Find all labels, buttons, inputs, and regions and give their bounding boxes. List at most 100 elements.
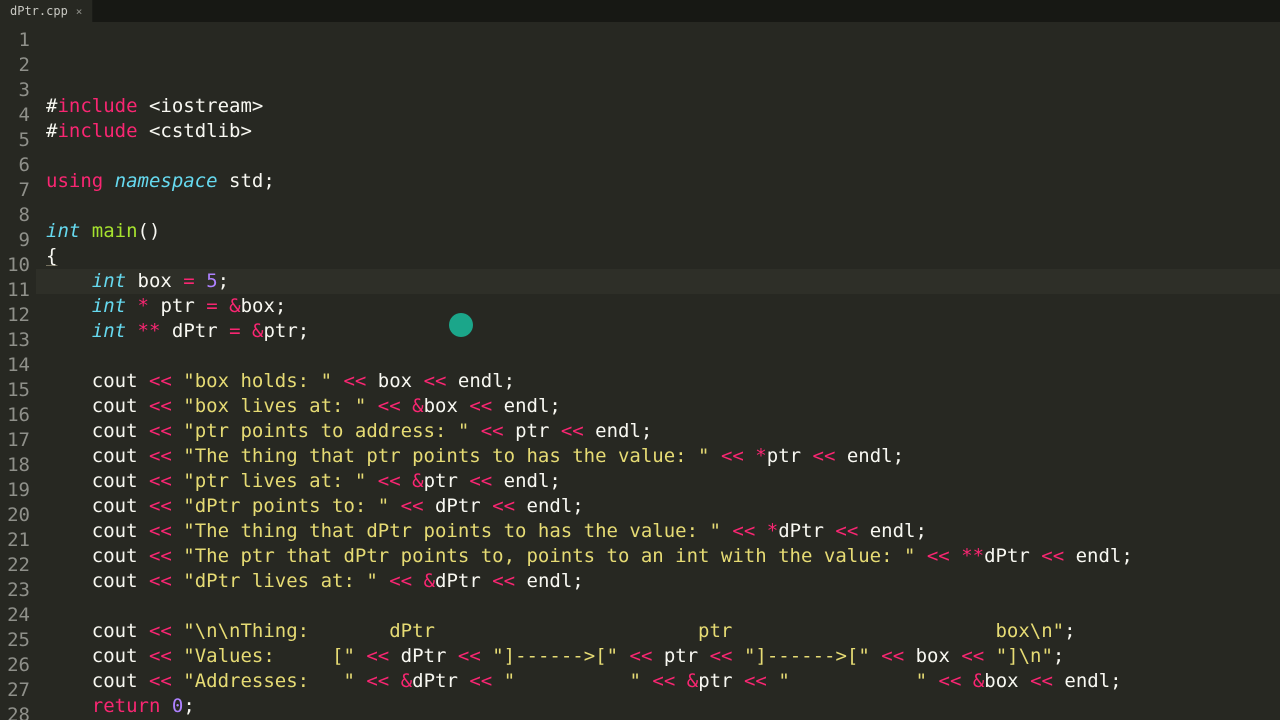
code-line[interactable]: cout << "ptr lives at: " << &ptr << endl… (36, 469, 1280, 494)
token (46, 270, 92, 292)
code-line[interactable]: cout << "The ptr that dPtr points to, po… (36, 544, 1280, 569)
token: # (46, 120, 57, 142)
token (172, 570, 183, 592)
token: << (366, 670, 389, 692)
token: cout (46, 420, 149, 442)
token: << (1030, 670, 1053, 692)
token: & (252, 320, 263, 342)
code-line[interactable]: int main() (36, 219, 1280, 244)
token: << (881, 645, 904, 667)
token (984, 645, 995, 667)
tab-dptr[interactable]: dPtr.cpp × (0, 0, 93, 22)
token: cout (46, 395, 149, 417)
token: << (469, 670, 492, 692)
code-line[interactable] (36, 344, 1280, 369)
token: << (1041, 545, 1064, 567)
token: "]------>[" (744, 645, 870, 667)
token: ; (1053, 645, 1064, 667)
line-number: 14 (0, 353, 36, 378)
token: << (149, 420, 172, 442)
code-line[interactable]: cout << "box lives at: " << &box << endl… (36, 394, 1280, 419)
code-line[interactable] (36, 594, 1280, 619)
line-number: 22 (0, 553, 36, 578)
token (469, 420, 480, 442)
line-number: 10 (0, 253, 36, 278)
token: "ptr lives at: " (183, 470, 366, 492)
token: box; (241, 295, 287, 317)
token (172, 545, 183, 567)
code-line[interactable]: cout << "dPtr points to: " << dPtr << en… (36, 494, 1280, 519)
token (80, 220, 91, 242)
code-line[interactable]: { (36, 244, 1280, 269)
token: << (343, 370, 366, 392)
code-line[interactable]: cout << "The thing that dPtr points to h… (36, 519, 1280, 544)
token: "dPtr lives at: " (183, 570, 377, 592)
code-line[interactable]: return 0; (36, 694, 1280, 719)
code-line[interactable]: cout << "dPtr lives at: " << &dPtr << en… (36, 569, 1280, 594)
code-line[interactable]: cout << "ptr points to address: " << ptr… (36, 419, 1280, 444)
token: & (424, 570, 435, 592)
token (172, 395, 183, 417)
token (915, 545, 926, 567)
line-number: 1 (0, 28, 36, 53)
line-number: 2 (0, 53, 36, 78)
token (172, 670, 183, 692)
token: "The thing that ptr points to has the va… (183, 445, 709, 467)
code-line[interactable]: cout << "Values: [" << dPtr << "]------>… (36, 644, 1280, 669)
code-line[interactable]: cout << "box holds: " << box << endl; (36, 369, 1280, 394)
token (366, 470, 377, 492)
code-area[interactable]: #include <iostream>#include <cstdlib> usi… (36, 22, 1280, 720)
token: cout (46, 520, 149, 542)
line-number: 23 (0, 578, 36, 603)
token (103, 170, 114, 192)
token (172, 370, 183, 392)
token (355, 645, 366, 667)
code-line[interactable] (36, 194, 1280, 219)
token: << (469, 470, 492, 492)
token: ; (218, 270, 229, 292)
code-line[interactable]: using namespace std; (36, 169, 1280, 194)
token: # (46, 95, 57, 117)
code-line[interactable]: int box = 5; (36, 269, 1280, 294)
line-number: 17 (0, 428, 36, 453)
code-line[interactable]: cout << "\n\nThing: dPtr ptr box\n"; (36, 619, 1280, 644)
token: dPtr (435, 570, 492, 592)
line-number: 16 (0, 403, 36, 428)
token (401, 470, 412, 492)
token: << (458, 645, 481, 667)
code-line[interactable] (36, 144, 1280, 169)
token: = (229, 320, 240, 342)
line-number: 25 (0, 628, 36, 653)
line-number: 11 (0, 278, 36, 303)
token: endl; (515, 495, 584, 517)
token (195, 270, 206, 292)
line-number: 24 (0, 603, 36, 628)
token: ** (961, 545, 984, 567)
code-line[interactable]: cout << "The thing that ptr points to ha… (36, 444, 1280, 469)
token: cout (46, 545, 149, 567)
token: << (366, 645, 389, 667)
token: << (378, 395, 401, 417)
token: dPtr (778, 520, 835, 542)
token: << (149, 670, 172, 692)
code-line[interactable]: #include <cstdlib> (36, 119, 1280, 144)
token: box (366, 370, 423, 392)
token: box (904, 645, 961, 667)
code-line[interactable]: int ** dPtr = &ptr; (36, 319, 1280, 344)
token: << (149, 620, 172, 642)
token: << (149, 570, 172, 592)
token: ptr (767, 445, 813, 467)
token: & (973, 670, 984, 692)
token: "]------>[" (492, 645, 618, 667)
token: << (813, 445, 836, 467)
token: ptr (698, 670, 744, 692)
token: endl; (1053, 670, 1122, 692)
token: & (401, 670, 412, 692)
code-line[interactable]: cout << "Addresses: " << &dPtr << " " <<… (36, 669, 1280, 694)
code-line[interactable]: #include <iostream> (36, 94, 1280, 119)
token: dPtr (412, 670, 469, 692)
token (46, 695, 92, 717)
token: "box holds: " (183, 370, 332, 392)
code-line[interactable]: int * ptr = &box; (36, 294, 1280, 319)
close-icon[interactable]: × (76, 5, 83, 18)
